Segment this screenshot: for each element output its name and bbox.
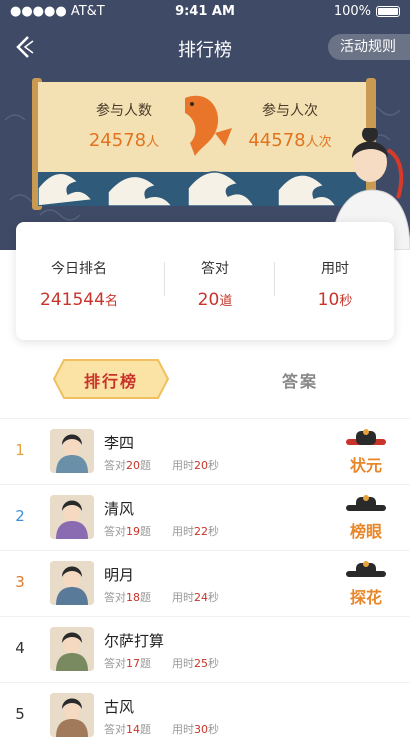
avatar	[50, 627, 94, 671]
time-used: 用时 10秒	[272, 258, 398, 310]
rank-title: 探花	[349, 588, 382, 607]
player-name: 尔萨打算	[104, 632, 165, 650]
time-label: 用时	[321, 261, 349, 277]
correct-count: 答对14题	[104, 723, 151, 736]
participants-label: 参与人数	[96, 103, 152, 119]
avatar-portrait	[50, 693, 94, 737]
tab-answers[interactable]: 答案	[250, 368, 350, 392]
time-used: 用时25秒	[172, 657, 219, 670]
rank-title: 状元	[349, 456, 382, 475]
list-item[interactable]: 4 尔萨打算答对17题 用时25秒	[0, 616, 410, 682]
list-item[interactable]: 3 明月答对18题 用时24秒 探花	[0, 550, 410, 616]
correct-count: 答对18题	[104, 591, 151, 604]
attempts-value: 44578	[248, 130, 306, 151]
avatar-portrait	[50, 495, 94, 539]
status-bar: ●●●●● AT&T 9:41 AM 100%	[0, 0, 410, 24]
participants-unit: 人	[146, 135, 160, 150]
player-name: 明月	[104, 566, 135, 584]
rank-badge: 状元	[340, 427, 392, 477]
rank-number: 1	[15, 441, 25, 459]
time-used: 用时30秒	[172, 723, 219, 736]
avatar-portrait	[50, 561, 94, 605]
list-item[interactable]: 1 李四答对20题 用时20秒 状元	[0, 418, 410, 484]
rank-number: 3	[15, 573, 25, 591]
nav-bar: 排行榜 活动规则	[0, 28, 410, 68]
avatar	[50, 693, 94, 737]
rank-number: 2	[15, 507, 25, 525]
official-hat-icon	[346, 495, 386, 511]
avatar	[50, 495, 94, 539]
official-hat-icon	[346, 429, 386, 445]
rank-number: 5	[15, 705, 25, 723]
player-name: 古风	[104, 698, 135, 716]
time-used: 用时22秒	[172, 525, 219, 538]
today-rank-unit: 名	[104, 294, 118, 309]
list-item[interactable]: 5 古风答对14题 用时30秒	[0, 682, 410, 748]
player-name: 李四	[104, 434, 135, 452]
correct-label: 答对	[201, 261, 229, 277]
tab-leaderboard[interactable]: 排行榜	[52, 358, 170, 400]
correct-count: 答对19题	[104, 525, 151, 538]
official-hat-icon	[346, 561, 386, 577]
avatar-portrait	[50, 429, 94, 473]
battery-percent: 100%	[333, 4, 371, 19]
time-used: 用时24秒	[172, 591, 219, 604]
today-rank: 今日排名 241544名	[16, 258, 142, 310]
time-value: 10	[317, 290, 340, 310]
today-rank-label: 今日排名	[51, 261, 107, 277]
rank-badge: 探花	[340, 559, 392, 609]
avatar	[50, 561, 94, 605]
avatar-portrait	[50, 627, 94, 671]
time-used: 用时20秒	[172, 459, 219, 472]
participants-value: 24578	[88, 130, 147, 151]
activity-rules-button[interactable]: 活动规则	[328, 34, 410, 60]
correct-value: 20	[197, 290, 220, 310]
rank-title: 榜眼	[349, 522, 382, 541]
participants-stat: 参与人数 24578人	[64, 100, 184, 151]
today-rank-value: 241544	[40, 290, 105, 310]
my-result-card: 今日排名 241544名 答对 20道 用时 10秒	[16, 222, 394, 340]
battery-icon	[376, 6, 400, 17]
attempts-label: 参与人次	[262, 103, 318, 119]
correct-count: 答对17题	[104, 657, 151, 670]
rank-number: 4	[15, 639, 25, 657]
hero-banner: ●●●●● AT&T 9:41 AM 100% 排行榜 活动规则 参与人数 24…	[0, 0, 410, 250]
rank-badge: 榜眼	[340, 493, 392, 543]
correct-count: 答对20题	[104, 459, 151, 472]
correct-count: 答对 20道	[152, 258, 278, 310]
tab-leaderboard-label: 排行榜	[83, 372, 138, 391]
time-unit: 秒	[339, 294, 353, 309]
avatar	[50, 429, 94, 473]
list-item[interactable]: 2 清风答对19题 用时22秒 榜眼	[0, 484, 410, 550]
player-name: 清风	[104, 500, 135, 518]
correct-unit: 道	[219, 294, 233, 309]
